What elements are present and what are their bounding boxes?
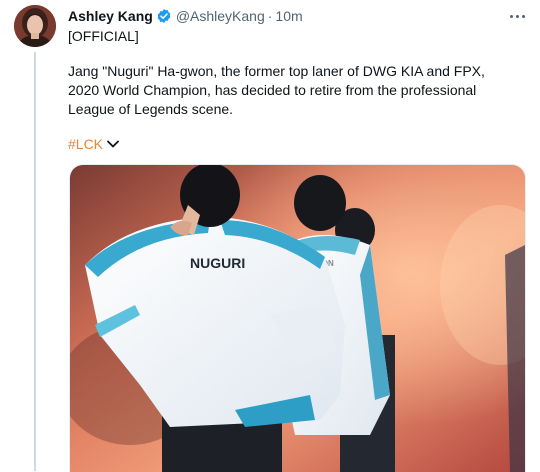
- avatar[interactable]: [14, 5, 56, 47]
- tweet-header: Ashley Kang @AshleyKang · 10m: [68, 7, 303, 25]
- separator-dot: ·: [267, 8, 273, 24]
- official-tag: [OFFICIAL]: [68, 28, 139, 44]
- thread-line: [34, 52, 36, 471]
- author-name[interactable]: Ashley Kang: [68, 8, 153, 24]
- tweet[interactable]: Ashley Kang @AshleyKang · 10m [OFFICIAL]…: [0, 0, 540, 472]
- hashtag-row: #LCK: [68, 136, 119, 152]
- chevron-down-icon[interactable]: [107, 139, 119, 149]
- hashtag-link[interactable]: #LCK: [68, 136, 103, 152]
- tweet-timestamp[interactable]: 10m: [275, 8, 302, 24]
- author-handle[interactable]: @AshleyKang: [176, 8, 265, 24]
- tweet-text: Jang "Nuguri" Ha-gwon, the former top la…: [68, 63, 485, 117]
- tweet-media-image[interactable]: KEYVON NUGURI: [69, 164, 526, 472]
- more-options-icon[interactable]: [506, 7, 528, 25]
- verified-badge-icon: [156, 8, 172, 24]
- player-jacket-name: NUGURI: [190, 255, 245, 271]
